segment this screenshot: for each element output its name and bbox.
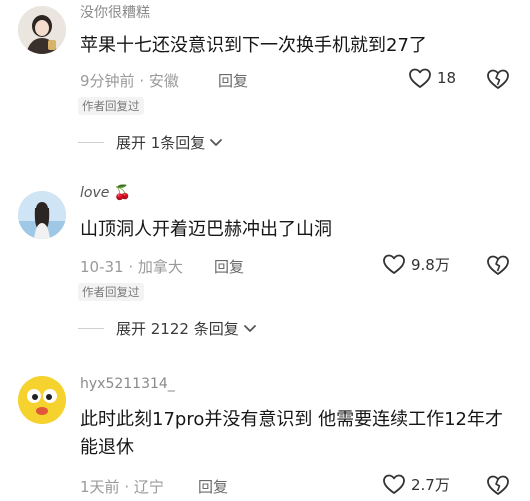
expand-replies-button[interactable]: 展开 1条回复 [78,132,223,153]
username[interactable]: hyx5211314_ [80,376,175,392]
comment-meta: 1天前 · 辽宁 [80,476,164,497]
heart-outline-icon [383,254,405,274]
broken-heart-icon[interactable] [486,474,510,496]
comment-location: 加拿大 [137,258,183,276]
reply-button[interactable]: 回复 [218,70,248,91]
comment-time: 1天前 [80,478,120,496]
username[interactable]: 没你很糟糕 [80,2,150,22]
comment-text: 苹果十七还没意识到下一次换手机就到27了 [80,35,427,56]
comment-meta: 9分钟前 · 安徽 [80,70,179,91]
comment-location: 辽宁 [133,478,164,496]
heart-outline-icon [383,474,405,494]
comment-text: 山顶洞人开着迈巴赫冲出了山洞 [80,219,332,240]
reply-button[interactable]: 回复 [214,256,244,277]
expand-replies-label: 展开 1条回复 [116,134,206,152]
chevron-down-icon [243,324,256,332]
author-replied-badge: 作者回复过 [78,97,144,115]
avatar[interactable] [18,376,66,424]
expand-replies-label: 展开 2122 条回复 [116,320,239,338]
like-count: 18 [437,69,457,87]
reply-button[interactable]: 回复 [198,476,228,497]
avatar[interactable] [18,191,66,239]
meta-separator: · [119,478,134,496]
broken-heart-icon[interactable] [486,68,510,90]
heart-outline-icon [409,68,431,88]
comment-time: 9分钟前 [80,72,135,90]
author-replied-badge: 作者回复过 [78,283,144,301]
username[interactable]: love 🍒 [80,185,131,201]
like-count: 2.7万 [411,475,450,494]
like-button[interactable]: 18 [408,67,456,89]
username-text: love [80,185,110,201]
like-count: 9.8万 [411,255,450,274]
meta-separator: · [134,72,149,90]
comment-meta: 10-31 · 加拿大 [80,256,183,277]
divider-line [78,142,104,143]
comment-text: 此时此刻17pro并没有意识到 他需要连续工作12年才能退休 [80,409,503,458]
meta-separator: · [123,258,138,276]
cherry-emoji: 🍒 [113,185,132,201]
like-button[interactable]: 2.7万 [382,473,450,495]
broken-heart-icon[interactable] [486,254,510,276]
expand-replies-button[interactable]: 展开 2122 条回复 [78,318,257,339]
like-button[interactable]: 9.8万 [382,253,450,275]
chevron-down-icon [210,138,223,146]
divider-line [78,328,104,329]
comment-location: 安徽 [148,72,179,90]
comment-time: 10-31 [80,258,124,276]
avatar[interactable] [18,6,66,54]
